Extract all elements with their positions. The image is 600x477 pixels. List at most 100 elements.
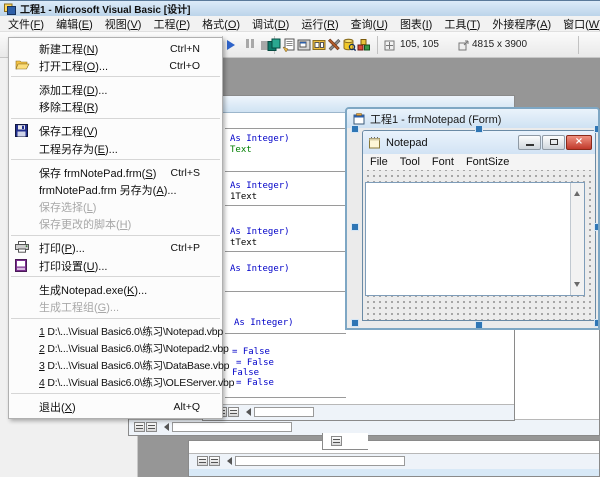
selection-handle[interactable] (351, 319, 359, 327)
menu-item-add-project[interactable]: 添加工程(D)... (9, 81, 222, 98)
menu-item-make-exe[interactable]: 生成Notepad.exe(K)... (9, 281, 222, 298)
procedure-view-button[interactable] (197, 456, 208, 466)
horizontal-scrollbar[interactable] (254, 407, 314, 417)
menu-item-save-form[interactable]: 保存 frmNotePad.frm(S) Ctrl+S (9, 164, 222, 181)
menu-item-save-form-as[interactable]: frmNotePad.frm 另存为(A)... (9, 181, 222, 198)
vb-logo-icon (4, 3, 16, 15)
form-designer-window[interactable]: 工程1 - frmNotepad (Form) Notepad × File T… (345, 107, 600, 330)
horizontal-scrollbar[interactable] (172, 422, 292, 432)
selection-handle[interactable] (351, 125, 359, 133)
procedure-view-button[interactable] (134, 422, 145, 432)
properties-window-button[interactable] (282, 38, 297, 53)
break-button[interactable] (243, 38, 257, 52)
menu-item-save-project[interactable]: 保存工程(V) (9, 123, 222, 140)
procedure-separator (225, 128, 346, 129)
notepad-form-title: Notepad (386, 137, 428, 149)
menu-project[interactable]: 工程(P) (147, 15, 196, 33)
menu-item-exit[interactable]: 退出(X) Alt+Q (9, 398, 222, 415)
run-icon (227, 40, 240, 50)
form-menu-tool[interactable]: Tool (395, 156, 427, 168)
component-manager-button[interactable] (357, 38, 372, 53)
menu-separator (11, 159, 220, 161)
designer-titlebar[interactable]: 工程1 - frmNotepad (Form) (347, 109, 598, 128)
form-grid-area[interactable] (363, 170, 595, 320)
folder-open-icon (15, 59, 31, 73)
selection-handle[interactable] (594, 223, 600, 231)
minimize-button[interactable] (518, 135, 541, 150)
menu-item-recent-file-4[interactable]: 4 D:\...\Visual Basic6.0\练习\OLEServer.vb… (9, 374, 222, 391)
menu-query[interactable]: 查询(U) (345, 15, 394, 33)
menu-item-print-setup[interactable]: 打印设置(U)... (9, 257, 222, 274)
selection-handle[interactable] (475, 125, 483, 133)
form-menu-file[interactable]: File (365, 156, 395, 168)
close-button[interactable]: × (566, 135, 592, 150)
notepad-icon (368, 136, 381, 149)
menu-tools[interactable]: 工具(T) (438, 15, 486, 33)
code-line: False (232, 369, 259, 378)
full-module-view-button[interactable] (146, 422, 157, 432)
object-browser-button[interactable] (312, 38, 327, 53)
menu-item-recent-file-2[interactable]: 2 D:\...\Visual Basic6.0\练习\Notepad2.vbp (9, 340, 222, 357)
menu-window[interactable]: 窗口(W) (557, 15, 600, 33)
notepad-form-titlebar[interactable]: Notepad × (363, 131, 595, 155)
code-window-bottom[interactable] (188, 440, 600, 477)
procedure-view-button[interactable] (331, 436, 342, 446)
menu-item-open-project[interactable]: 打开工程(O)... Ctrl+O (9, 57, 222, 74)
menu-separator (11, 76, 220, 78)
scroll-down-icon[interactable] (574, 282, 580, 290)
code-line: = False (236, 359, 274, 368)
menu-item-new-project[interactable]: 新建工程(N) Ctrl+N (9, 40, 222, 57)
form-menu-font[interactable]: Font (427, 156, 461, 168)
code-line: As Integer) (230, 228, 290, 237)
selection-handle[interactable] (351, 223, 359, 231)
selection-handle[interactable] (475, 321, 483, 329)
menubar: 文件(F) 编辑(E) 视图(V) 工程(P) 格式(O) 调试(D) 运行(R… (0, 16, 600, 32)
scroll-left-icon[interactable] (223, 457, 232, 465)
menu-diagram[interactable]: 图表(I) (394, 15, 438, 33)
code-line: As Integer) (230, 182, 290, 191)
maximize-icon (550, 139, 558, 145)
vb-ide-window: 工程1 - Microsoft Visual Basic [设计] 文件(F) … (0, 0, 600, 477)
menu-separator (11, 235, 220, 237)
menu-item-remove-project[interactable]: 移除工程(R) (9, 99, 222, 116)
file-menu-dropdown: 新建工程(N) Ctrl+N 打开工程(O)... Ctrl+O 添加工程(D)… (8, 37, 223, 419)
menu-view[interactable]: 视图(V) (99, 15, 148, 33)
menu-item-save-project-as[interactable]: 工程另存为(E)... (9, 140, 222, 157)
full-module-view-button[interactable] (209, 456, 220, 466)
floppy-disk-icon (15, 124, 31, 138)
menu-run[interactable]: 运行(R) (295, 15, 344, 33)
selection-handle[interactable] (594, 319, 600, 327)
horizontal-scrollbar[interactable] (235, 456, 405, 466)
project-explorer-icon (267, 38, 281, 52)
procedure-separator (225, 333, 346, 334)
component-manager-icon (357, 38, 371, 52)
code-line: 1Text (230, 193, 257, 202)
menu-item-recent-file-1[interactable]: 1 D:\...\Visual Basic6.0\练习\Notepad.vbp (9, 323, 222, 340)
full-module-view-button[interactable] (228, 407, 239, 417)
scroll-left-icon[interactable] (160, 423, 169, 431)
run-button[interactable] (226, 38, 240, 52)
menu-item-print[interactable]: 打印(P)... Ctrl+P (9, 240, 222, 257)
menu-item-recent-file-3[interactable]: 3 D:\...\Visual Basic6.0\练习\DataBase.vbp (9, 357, 222, 374)
form-menu-fontsize[interactable]: FontSize (461, 156, 516, 168)
menu-addins[interactable]: 外接程序(A) (486, 15, 557, 33)
menu-edit[interactable]: 编辑(E) (50, 15, 99, 33)
menu-file[interactable]: 文件(F) (2, 15, 50, 33)
scroll-up-icon[interactable] (574, 188, 580, 196)
selection-handle[interactable] (594, 125, 600, 133)
menu-debug[interactable]: 调试(D) (246, 15, 295, 33)
maximize-button[interactable] (542, 135, 565, 150)
textbox-vertical-scrollbar[interactable] (570, 183, 584, 295)
menu-item-save-selection: 保存选择(L) (9, 199, 222, 216)
notepad-textbox[interactable] (365, 182, 585, 296)
data-view-button[interactable] (342, 38, 357, 53)
notepad-form[interactable]: Notepad × File Tool Font FontSize (362, 130, 596, 321)
menu-format[interactable]: 格式(O) (196, 15, 246, 33)
scroll-left-icon[interactable] (242, 408, 251, 416)
code-line: Text (230, 146, 252, 155)
code-window-corner[interactable] (322, 433, 368, 450)
project-explorer-button[interactable] (267, 38, 282, 53)
toolbar-separator (377, 36, 378, 54)
toolbox-button[interactable] (327, 38, 342, 53)
form-layout-button[interactable] (297, 38, 312, 53)
